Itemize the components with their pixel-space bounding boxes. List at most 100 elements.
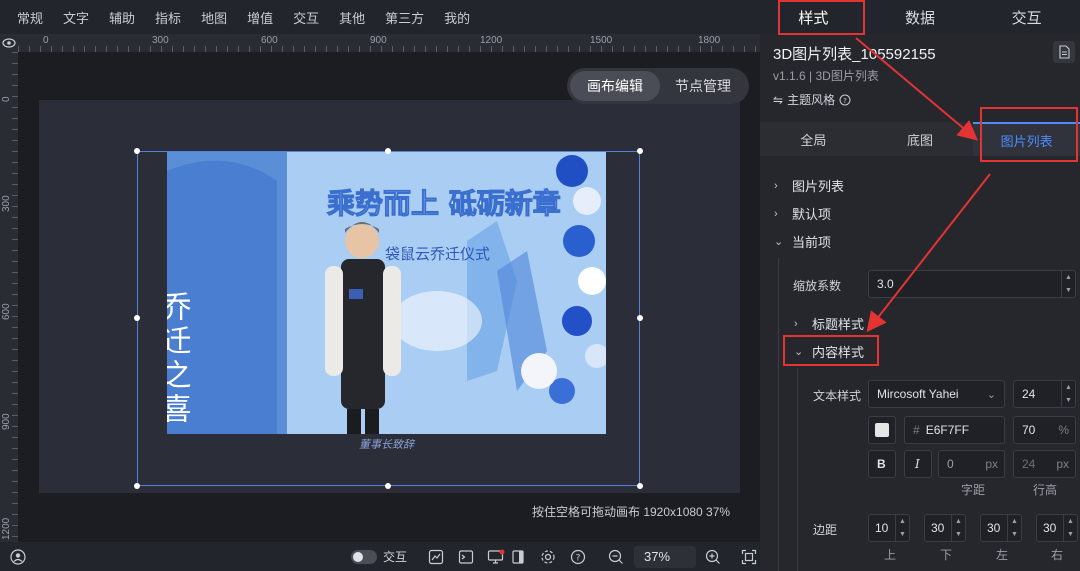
vertical-ruler[interactable]: 0 300 600 900 1200 [0, 52, 18, 542]
zoom-out-icon[interactable] [607, 548, 625, 566]
ruler-tick-label: 300 [1, 195, 12, 212]
tree-item-label: 图片列表 [792, 179, 845, 194]
zoom-in-icon[interactable] [704, 548, 722, 566]
text-style-label: 文本样式 [813, 389, 862, 403]
resize-handle[interactable] [134, 148, 140, 154]
hash-icon: # [913, 423, 920, 437]
resize-handle[interactable] [637, 483, 643, 489]
tab-interaction[interactable]: 交互 [973, 0, 1080, 34]
menu-item-mine[interactable]: 我的 [444, 8, 470, 27]
app: 常规 文字 辅助 指标 地图 增值 交互 其他 第三方 我的 0 300 600… [0, 0, 1080, 571]
interaction-toggle[interactable] [351, 549, 377, 564]
tree-item-title-style[interactable]: › 标题样式 [794, 314, 864, 333]
resize-handle[interactable] [637, 148, 643, 154]
px-unit: px [1056, 457, 1069, 471]
tree-item-default[interactable]: › 默认项 [774, 204, 831, 223]
scale-value: 3.0 [877, 277, 894, 291]
canvas-status-text: 按住空格可拖动画布 1920x1080 37% [532, 505, 731, 519]
letter-spacing-input[interactable]: 0 px [938, 450, 1005, 478]
ruler-tick-label: 300 [152, 35, 169, 46]
margin-bottom-stepper[interactable]: ▲ ▼ [951, 515, 965, 541]
document-button[interactable] [1053, 41, 1075, 63]
resize-handle[interactable] [134, 315, 140, 321]
canvas-edit-button[interactable]: 画布编辑 [570, 71, 660, 101]
chart-icon[interactable] [427, 548, 445, 566]
margin-bottom-caption: 下 [940, 548, 953, 562]
italic-button[interactable]: I [904, 450, 932, 478]
margin-right-input[interactable]: 30 ▲ ▼ [1036, 514, 1078, 542]
menu-item-map[interactable]: 地图 [201, 8, 227, 27]
zoom-level-input[interactable]: 37% [634, 545, 697, 568]
margin-left-stepper[interactable]: ▲ ▼ [1007, 515, 1021, 541]
theme-style-row[interactable]: ⇋ 主题风格 ? [773, 91, 851, 108]
tree-item-current[interactable]: ⌄ 当前项 [774, 232, 831, 251]
component-version: v1.1.6 | 3D图片列表 [773, 69, 879, 83]
ruler-tick-label: 0 [1, 96, 12, 102]
margin-right-stepper[interactable]: ▲ ▼ [1063, 515, 1077, 541]
monitor-icon[interactable] [487, 548, 505, 566]
tab-style[interactable]: 样式 [760, 0, 867, 34]
menu-item-third-party[interactable]: 第三方 [385, 8, 424, 27]
margin-top-input[interactable]: 10 ▲ ▼ [868, 514, 910, 542]
resize-handle[interactable] [637, 315, 643, 321]
settings-icon[interactable] [539, 548, 557, 566]
margin-top-stepper[interactable]: ▲ ▼ [895, 515, 909, 541]
menu-item-value-added[interactable]: 增值 [247, 8, 273, 27]
theme-style-label: 主题风格 [787, 93, 836, 107]
ruler-tick-label: 1200 [480, 35, 503, 46]
ruler-tick-label: 0 [43, 35, 49, 46]
tree-item-image-list[interactable]: › 图片列表 [774, 176, 844, 195]
margin-right-value: 30 [1043, 521, 1057, 535]
user-icon[interactable] [9, 548, 27, 566]
resize-handle[interactable] [134, 483, 140, 489]
menu-item-auxiliary[interactable]: 辅助 [109, 8, 135, 27]
subtab-global[interactable]: 全局 [760, 122, 867, 156]
terminal-icon[interactable] [457, 548, 475, 566]
node-manage-button[interactable]: 节点管理 [660, 71, 746, 101]
margin-top-caption: 上 [884, 548, 897, 562]
font-family-select[interactable]: Mircosoft Yahei ⌄ [868, 380, 1005, 408]
ruler-visibility-toggle[interactable] [0, 34, 18, 52]
opacity-value: 70 [1022, 423, 1036, 437]
scale-input[interactable]: 3.0 ▲ ▼ [868, 270, 1076, 298]
subtab-basemap[interactable]: 底图 [867, 122, 974, 156]
chevron-down-icon: ⌄ [774, 236, 784, 248]
menu-item-general[interactable]: 常规 [17, 8, 43, 27]
margin-right-caption: 右 [1051, 548, 1064, 562]
color-hex-input[interactable]: # E6F7FF [904, 416, 1005, 444]
menu-item-text[interactable]: 文字 [63, 8, 89, 27]
font-size-input[interactable]: 24 ▲ ▼ [1013, 380, 1076, 408]
panel-icon[interactable] [509, 548, 527, 566]
bold-button[interactable]: B [868, 450, 896, 478]
menu-item-interaction[interactable]: 交互 [293, 8, 319, 27]
font-size-value: 24 [1022, 387, 1036, 401]
horizontal-ruler[interactable]: 0 300 600 900 1200 1500 1800 [18, 34, 760, 52]
component-title: 3D图片列表_105592155 [773, 46, 936, 63]
tree-item-label: 标题样式 [812, 317, 865, 332]
menu-item-other[interactable]: 其他 [339, 8, 365, 27]
tree-item-content-style[interactable]: ⌄ 内容样式 [794, 342, 864, 361]
tab-data[interactable]: 数据 [867, 0, 974, 34]
line-height-input[interactable]: 24 px [1013, 450, 1076, 478]
subtab-image-list[interactable]: 图片列表 [973, 122, 1080, 156]
chevron-right-icon: › [794, 317, 798, 330]
font-size-stepper[interactable]: ▲ ▼ [1061, 381, 1075, 407]
selection-frame[interactable] [137, 151, 640, 486]
ruler-tick-label: 600 [1, 303, 12, 320]
opacity-input[interactable]: 70 % [1013, 416, 1076, 444]
property-panel: 样式 数据 交互 3D图片列表_105592155 v1.1.6 | 3D图片列… [760, 0, 1080, 571]
margin-left-input[interactable]: 30 ▲ ▼ [980, 514, 1022, 542]
scale-stepper[interactable]: ▲ ▼ [1061, 271, 1075, 297]
ruler-tick-label: 1500 [590, 35, 613, 46]
color-swatch[interactable] [868, 416, 896, 444]
resize-handle[interactable] [385, 483, 391, 489]
resize-handle[interactable] [385, 148, 391, 154]
font-family-value: Mircosoft Yahei [877, 387, 959, 401]
fit-screen-icon[interactable] [740, 548, 758, 566]
document-icon [1059, 45, 1070, 59]
margin-bottom-input[interactable]: 30 ▲ ▼ [924, 514, 966, 542]
help-icon[interactable]: ? [569, 548, 587, 566]
color-hex-value: E6F7FF [925, 423, 970, 437]
chevron-right-icon: › [774, 179, 778, 192]
menu-item-indicator[interactable]: 指标 [155, 8, 181, 27]
